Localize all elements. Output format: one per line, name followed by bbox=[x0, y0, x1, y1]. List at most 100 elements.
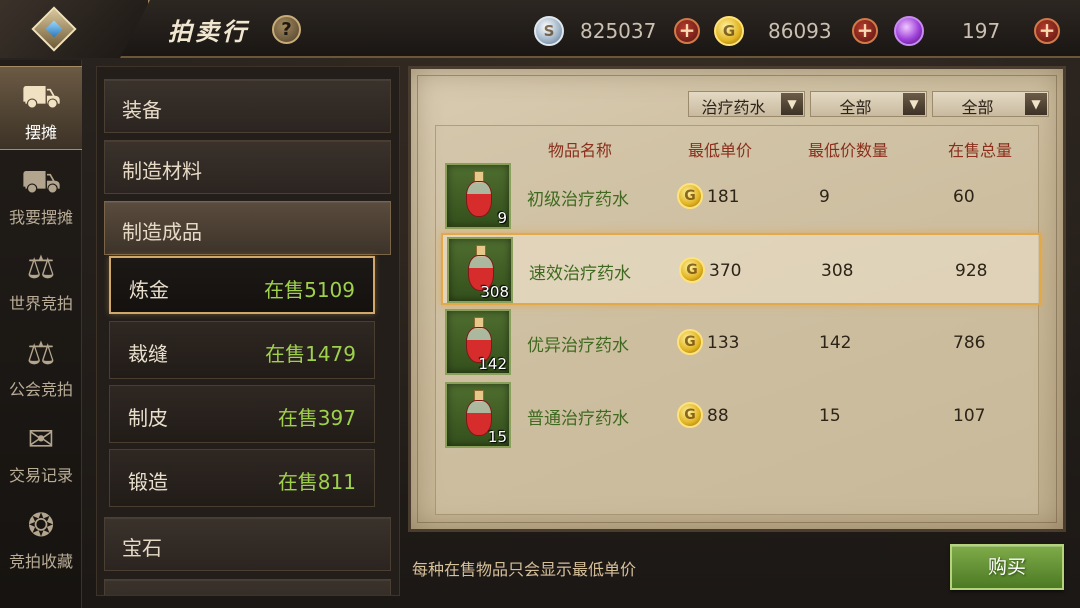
guild-scales-icon: ⚖ bbox=[26, 334, 56, 372]
item-stack-count: 15 bbox=[487, 428, 507, 446]
back-button[interactable] bbox=[0, 0, 150, 58]
currency-gold: G 86093 + bbox=[714, 16, 884, 46]
listing-row[interactable]: 9 初级治疗药水 G 181 9 60 bbox=[445, 163, 1039, 231]
item-slot: 15 bbox=[445, 382, 511, 448]
category-materials[interactable]: 制造材料 bbox=[104, 140, 391, 194]
favorite-icon: ❂ bbox=[27, 506, 55, 544]
gold-amount: 86093 bbox=[768, 19, 832, 43]
subcategory-alchemy[interactable]: 炼金 在售5109 bbox=[109, 256, 375, 314]
help-button[interactable]: ? bbox=[272, 15, 301, 44]
gold-coin-icon: G bbox=[714, 16, 744, 46]
gem-amount: 197 bbox=[962, 19, 1001, 43]
item-stack-count: 308 bbox=[480, 283, 509, 301]
listing-panel: 治疗药水 ▼ 全部 ▼ 全部 ▼ 物品名称 最低单价 最低价数量 在售总量 9 … bbox=[408, 66, 1066, 532]
subcategory-count: 在售811 bbox=[277, 470, 356, 494]
top-bar: 拍卖行 ? S 825037 + G 86093 + 197 + bbox=[0, 0, 1080, 58]
subcategory-count: 在售5109 bbox=[264, 278, 355, 302]
category-more[interactable] bbox=[104, 579, 391, 595]
gold-coin-icon: G bbox=[677, 183, 703, 209]
filter-quality-value: 全部 bbox=[961, 98, 994, 117]
category-equipment[interactable]: 装备 bbox=[104, 79, 391, 133]
item-slot: 308 bbox=[447, 237, 513, 303]
category-label: 装备 bbox=[122, 98, 162, 122]
buy-button[interactable]: 购买 bbox=[950, 544, 1064, 590]
listing-row-selected[interactable]: 308 速效治疗药水 G 370 308 928 bbox=[441, 233, 1041, 305]
item-slot: 9 bbox=[445, 163, 511, 229]
header-item-name: 物品名称 bbox=[548, 141, 613, 160]
scales-icon: ⚖ bbox=[26, 248, 56, 286]
gem-icon bbox=[894, 16, 924, 46]
subcategory-label: 制皮 bbox=[128, 406, 168, 430]
back-diamond-icon bbox=[31, 6, 77, 52]
item-price: 181 bbox=[707, 187, 740, 207]
filter-quality-dropdown[interactable]: 全部 ▼ bbox=[932, 91, 1049, 117]
potion-icon bbox=[464, 171, 494, 219]
nav-trade-record-label: 交易记录 bbox=[8, 466, 73, 485]
item-name: 初级治疗药水 bbox=[527, 190, 629, 210]
nav-trade-record[interactable]: ✉ 交易记录 bbox=[0, 410, 82, 494]
item-total: 786 bbox=[953, 333, 986, 353]
filter-type-dropdown[interactable]: 治疗药水 ▼ bbox=[688, 91, 805, 117]
category-label: 宝石 bbox=[122, 536, 162, 560]
item-total: 107 bbox=[953, 406, 986, 426]
nav-stall-label: 摆摊 bbox=[24, 123, 57, 142]
add-gem-button[interactable]: + bbox=[1034, 18, 1060, 44]
gold-coin-icon: G bbox=[679, 257, 705, 283]
currency-silver: S 825037 + bbox=[534, 16, 704, 46]
subcategory-leatherwork[interactable]: 制皮 在售397 bbox=[109, 385, 375, 443]
item-min-qty: 142 bbox=[819, 333, 852, 353]
filter-type-value: 治疗药水 bbox=[701, 98, 766, 117]
category-crafted[interactable]: 制造成品 bbox=[104, 201, 391, 255]
item-total: 928 bbox=[955, 261, 988, 281]
listing-row[interactable]: 142 优异治疗药水 G 133 142 786 bbox=[445, 309, 1039, 377]
item-name: 速效治疗药水 bbox=[529, 264, 631, 284]
add-gold-button[interactable]: + bbox=[852, 18, 878, 44]
chevron-down-icon: ▼ bbox=[903, 93, 925, 115]
item-total: 60 bbox=[953, 187, 975, 207]
nav-favorites-label: 竞拍收藏 bbox=[8, 552, 73, 571]
nav-my-stall[interactable]: ⛟ 我要摆摊 bbox=[0, 152, 82, 236]
item-slot: 142 bbox=[445, 309, 511, 375]
gold-coin-icon: G bbox=[677, 402, 703, 428]
subcategory-forging[interactable]: 锻造 在售811 bbox=[109, 449, 375, 507]
item-stack-count: 142 bbox=[478, 355, 507, 373]
cart-icon: ⛟ bbox=[21, 77, 62, 115]
cart-add-icon: ⛟ bbox=[21, 162, 62, 200]
subcategory-tailoring[interactable]: 裁缝 在售1479 bbox=[109, 321, 375, 379]
currency-gem: 197 + bbox=[894, 16, 1064, 46]
item-name: 普通治疗药水 bbox=[527, 409, 629, 429]
header-total: 在售总量 bbox=[948, 141, 1013, 160]
record-icon: ✉ bbox=[27, 420, 55, 458]
category-label: 制造成品 bbox=[122, 220, 202, 244]
chevron-down-icon: ▼ bbox=[1025, 93, 1047, 115]
nav-world-auction[interactable]: ⚖ 世界竞拍 bbox=[0, 238, 82, 322]
category-gems[interactable]: 宝石 bbox=[104, 517, 391, 571]
footer-note: 每种在售物品只会显示最低单价 bbox=[412, 560, 637, 579]
nav-favorites[interactable]: ❂ 竞拍收藏 bbox=[0, 496, 82, 580]
item-price: 88 bbox=[707, 406, 729, 426]
silver-amount: 825037 bbox=[580, 19, 657, 43]
listing-row[interactable]: 15 普通治疗药水 G 88 15 107 bbox=[445, 382, 1039, 450]
item-stack-count: 9 bbox=[497, 209, 507, 227]
category-label: 制造材料 bbox=[122, 159, 202, 183]
subcategory-label: 锻造 bbox=[128, 470, 168, 494]
header-min-qty: 最低价数量 bbox=[808, 141, 889, 160]
item-min-qty: 9 bbox=[819, 187, 830, 207]
subcategory-label: 裁缝 bbox=[128, 342, 168, 366]
chevron-down-icon: ▼ bbox=[781, 93, 803, 115]
item-name: 优异治疗药水 bbox=[527, 336, 629, 356]
nav-guild-auction-label: 公会竞拍 bbox=[8, 380, 73, 399]
category-column: 装备 制造材料 制造成品 炼金 在售5109 裁缝 在售1479 制皮 在售39… bbox=[96, 66, 400, 596]
nav-stall[interactable]: ⛟ 摆摊 bbox=[0, 66, 82, 150]
add-silver-button[interactable]: + bbox=[674, 18, 700, 44]
left-nav: ⛟ 摆摊 ⛟ 我要摆摊 ⚖ 世界竞拍 ⚖ 公会竞拍 ✉ 交易记录 ❂ 竞拍收藏 bbox=[0, 60, 82, 608]
item-min-qty: 15 bbox=[819, 406, 841, 426]
subcategory-label: 炼金 bbox=[129, 278, 169, 302]
filter-level-dropdown[interactable]: 全部 ▼ bbox=[810, 91, 927, 117]
nav-guild-auction[interactable]: ⚖ 公会竞拍 bbox=[0, 324, 82, 408]
subcategory-count: 在售397 bbox=[277, 406, 356, 430]
page-title: 拍卖行 bbox=[168, 17, 249, 46]
gold-coin-icon: G bbox=[677, 329, 703, 355]
nav-world-auction-label: 世界竞拍 bbox=[8, 294, 73, 313]
filter-level-value: 全部 bbox=[839, 98, 872, 117]
